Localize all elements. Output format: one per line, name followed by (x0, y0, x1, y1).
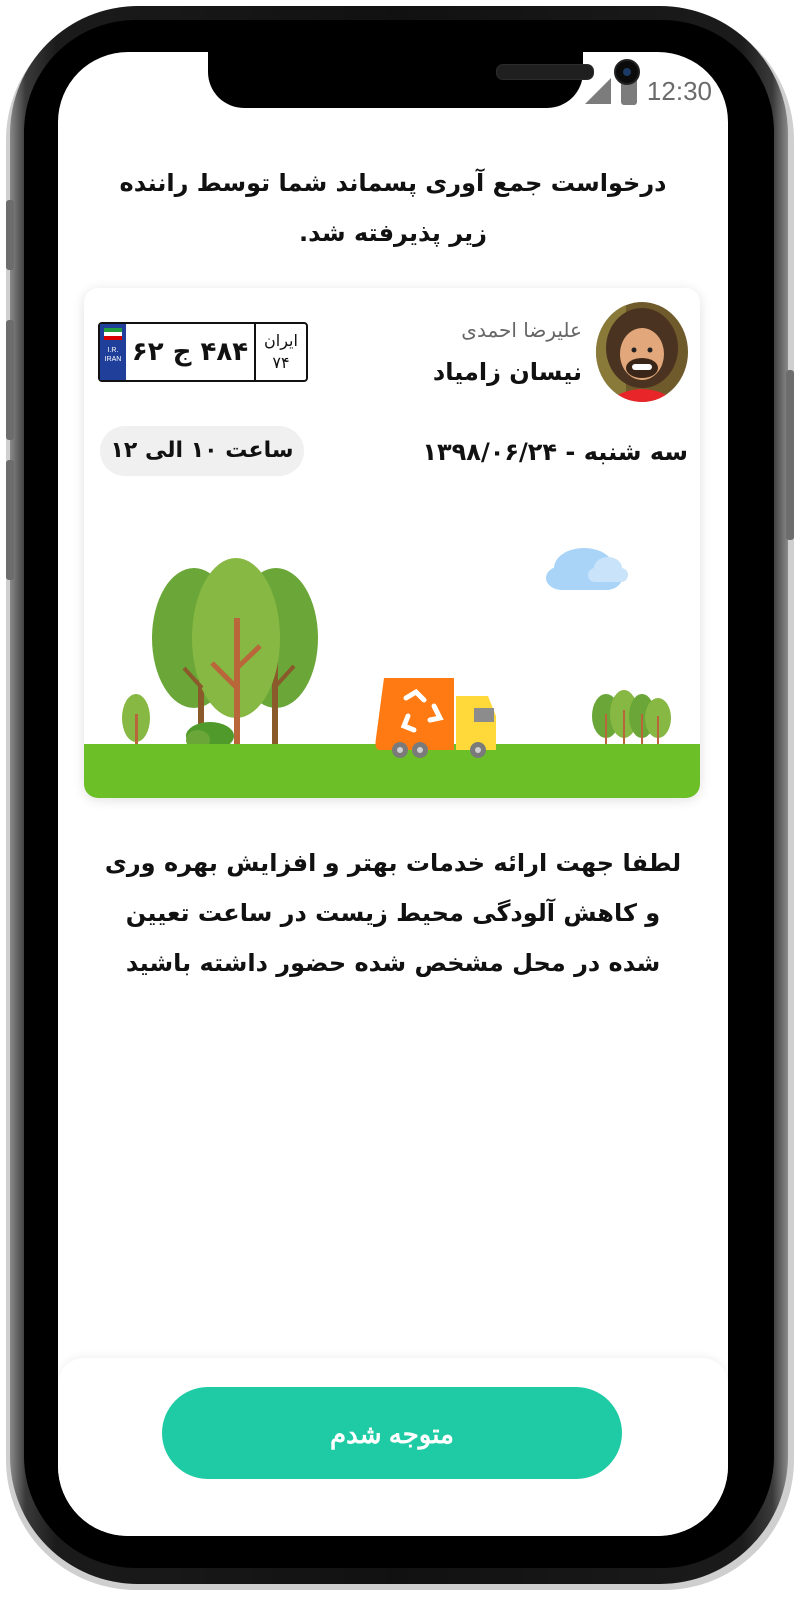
plate-region: ایران ۷۴ (254, 324, 306, 380)
volume-up-button (6, 320, 14, 440)
plate-country-top: I.R. (107, 347, 119, 354)
plate-flag: I.R. IRAN (100, 324, 126, 380)
accepted-message: درخواست جمع آوری پسماند شما توسط راننده … (119, 169, 667, 247)
garbage-truck-icon (375, 678, 496, 758)
garbage-truck-illustration (84, 548, 700, 798)
tree-group-icon (152, 558, 318, 750)
attendance-message: لطفا جهت ارائه خدمات بهتر و افزایش بهره … (104, 849, 682, 977)
vehicle-model: نیسان زامیاد (432, 358, 582, 386)
signal-icon (584, 78, 611, 104)
plate-number: ۴۸۴ ج ۶۲ (131, 337, 249, 367)
status-time: 12:30 (646, 75, 712, 106)
small-tree-icon (122, 694, 150, 750)
screen: 12:30 درخواست جمع آوری پسماند شما توسط ر… (58, 52, 728, 1536)
status-bar: 12:30 (584, 73, 712, 108)
volume-down-button (6, 460, 14, 580)
iran-flag-icon (104, 328, 122, 340)
driver-card: علیرضا احمدی نیسان زامیاد I.R. IRAN ۴۸۴ … (84, 288, 700, 798)
confirm-button[interactable]: متوجه شدم (162, 1387, 622, 1479)
plate-region-label: ایران (264, 331, 298, 350)
bush-group-icon (592, 690, 671, 748)
time-slot-badge: ساعت ۱۰ الی ۱۲ (100, 426, 304, 476)
mute-switch (6, 200, 14, 270)
plate-region-code: ۷۴ (272, 353, 290, 372)
power-button (786, 370, 794, 540)
license-plate: I.R. IRAN ۴۸۴ ج ۶۲ ایران ۷۴ (98, 322, 308, 382)
driver-avatar (596, 302, 688, 402)
speaker-grille (496, 64, 594, 80)
plate-country-bottom: IRAN (104, 356, 122, 363)
pickup-date: سه شنبه - ۱۳۹۸/۰۶/۲۴ (422, 438, 688, 466)
front-camera-icon (614, 59, 640, 85)
driver-name: علیرضا احمدی (461, 318, 582, 342)
cloud-icon (546, 548, 628, 590)
grass-ground (84, 744, 700, 798)
notch (208, 52, 640, 108)
